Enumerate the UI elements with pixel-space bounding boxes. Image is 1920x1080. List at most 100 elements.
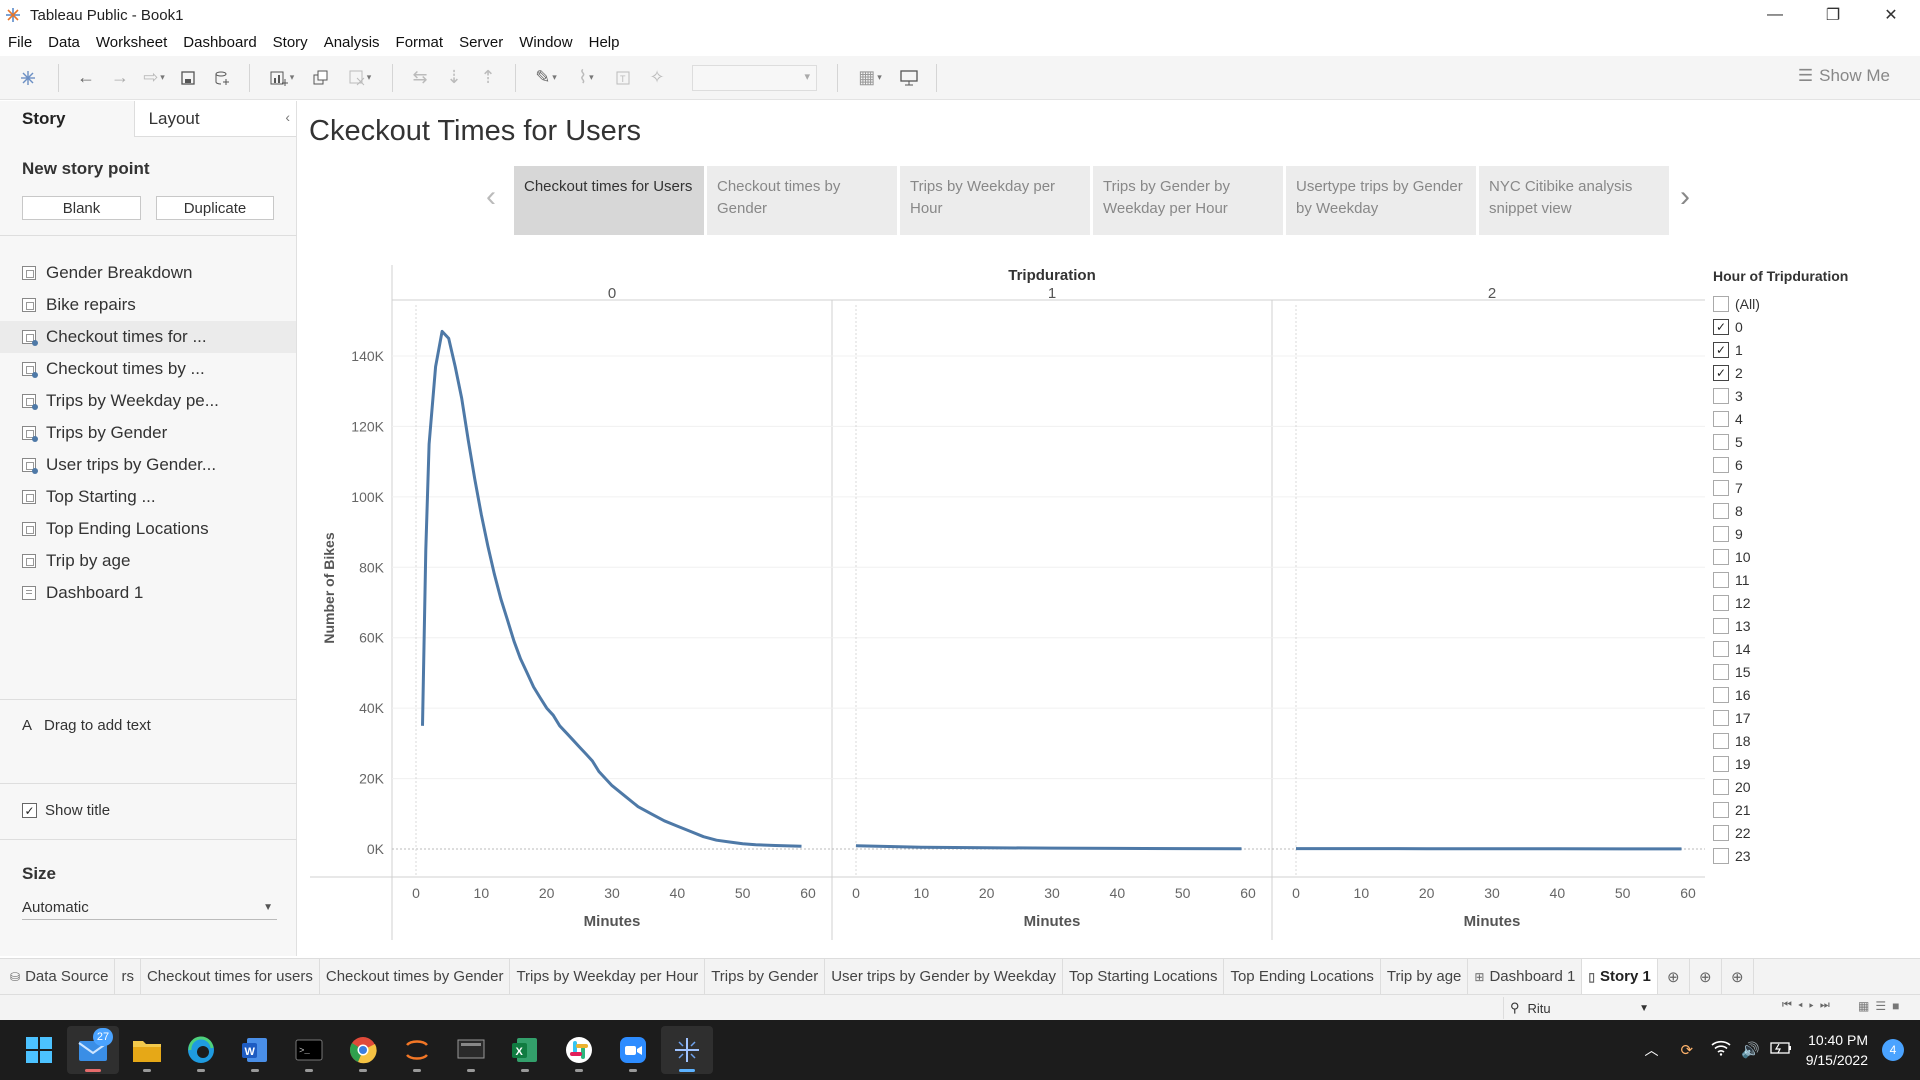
- new-worksheet-icon[interactable]: ▾: [260, 63, 304, 93]
- sort-descending-icon[interactable]: ⇡: [471, 63, 505, 93]
- sheet-list-item[interactable]: Top Ending Locations: [0, 513, 296, 545]
- chevron-up-icon[interactable]: ︿: [1644, 1040, 1658, 1060]
- story-point-caption[interactable]: Trips by Gender by Weekday per Hour: [1093, 166, 1283, 235]
- sheet-tab[interactable]: Top Ending Locations: [1224, 958, 1381, 995]
- view-mode-icons[interactable]: ▦☰■: [1858, 999, 1905, 1013]
- vm-console-icon[interactable]: [445, 1026, 497, 1074]
- replay-icon[interactable]: ⇨ ▾: [137, 63, 171, 93]
- sheet-list-item[interactable]: Checkout times by ...: [0, 353, 296, 385]
- battery-icon[interactable]: [1770, 1041, 1792, 1059]
- drag-text-item[interactable]: A Drag to add text: [22, 717, 151, 734]
- menu-window[interactable]: Window: [511, 34, 580, 51]
- highlight-icon[interactable]: ✎ ▾: [526, 63, 566, 93]
- filter-item[interactable]: 21: [1713, 798, 1903, 821]
- menu-server[interactable]: Server: [451, 34, 511, 51]
- filter-item[interactable]: (All): [1713, 292, 1903, 315]
- next-story-point-icon[interactable]: ›: [1680, 180, 1690, 214]
- wifi-icon[interactable]: [1711, 1040, 1731, 1060]
- file-explorer-icon[interactable]: [121, 1026, 173, 1074]
- tab-story[interactable]: Story: [0, 101, 135, 137]
- previous-story-point-icon[interactable]: ‹: [486, 180, 496, 214]
- sheet-tab[interactable]: Trips by Gender: [705, 958, 826, 995]
- sheet-tab[interactable]: Checkout times for users: [141, 958, 320, 995]
- chrome-browser-icon[interactable]: [337, 1026, 389, 1074]
- filter-item[interactable]: ✓ 0: [1713, 315, 1903, 338]
- story-point-caption[interactable]: Checkout times by Gender: [707, 166, 897, 235]
- jupyter-icon[interactable]: [391, 1026, 443, 1074]
- sheet-tab[interactable]: ⊞ Dashboard 1: [1468, 958, 1583, 995]
- sheet-list-item[interactable]: Bike repairs: [0, 289, 296, 321]
- menu-file[interactable]: File: [0, 34, 40, 51]
- filter-item[interactable]: 16: [1713, 683, 1903, 706]
- filter-item[interactable]: 12: [1713, 591, 1903, 614]
- duplicate-button[interactable]: Duplicate: [156, 196, 274, 220]
- menu-data[interactable]: Data: [40, 34, 88, 51]
- terminal-icon[interactable]: >_: [283, 1026, 335, 1074]
- group-members-icon[interactable]: ⌇ ▾: [566, 63, 606, 93]
- sheet-list-item[interactable]: Trips by Gender: [0, 417, 296, 449]
- menu-worksheet[interactable]: Worksheet: [88, 34, 175, 51]
- sheet-tab[interactable]: Top Starting Locations: [1063, 958, 1225, 995]
- story-point-caption[interactable]: Trips by Weekday per Hour: [900, 166, 1090, 235]
- sheet-list-item[interactable]: Trip by age: [0, 545, 296, 577]
- menu-story[interactable]: Story: [265, 34, 316, 51]
- story-point-caption[interactable]: NYC Citibike analysis snippet view: [1479, 166, 1669, 235]
- sync-icon[interactable]: ⟳: [1680, 1041, 1693, 1059]
- clear-sheet-icon[interactable]: ▾: [338, 63, 382, 93]
- filter-item[interactable]: 11: [1713, 568, 1903, 591]
- filter-item[interactable]: 14: [1713, 637, 1903, 660]
- sheet-tab[interactable]: Trips by Weekday per Hour: [510, 958, 706, 995]
- sheet-tab[interactable]: ⛁ Data Source: [0, 958, 116, 995]
- user-dropdown[interactable]: ⚲ Ritu ▼: [1503, 997, 1655, 1019]
- filter-item[interactable]: 13: [1713, 614, 1903, 637]
- filter-item[interactable]: 7: [1713, 476, 1903, 499]
- show-cards-icon[interactable]: ▦ ▾: [848, 63, 892, 93]
- filter-item[interactable]: ✓ 2: [1713, 361, 1903, 384]
- filter-item[interactable]: 6: [1713, 453, 1903, 476]
- sheet-tab[interactable]: Checkout times by Gender: [320, 958, 511, 995]
- sort-ascending-icon[interactable]: ⇣: [437, 63, 471, 93]
- minimize-button[interactable]: —: [1746, 0, 1804, 30]
- presentation-mode-icon[interactable]: [892, 63, 926, 93]
- filter-item[interactable]: 8: [1713, 499, 1903, 522]
- sheet-tab[interactable]: User trips by Gender by Weekday: [825, 958, 1064, 995]
- slack-app-icon[interactable]: [553, 1026, 605, 1074]
- filter-item[interactable]: 3: [1713, 384, 1903, 407]
- save-icon[interactable]: [171, 63, 205, 93]
- notification-badge[interactable]: 4: [1882, 1039, 1904, 1061]
- size-select[interactable]: Automatic ▼: [22, 896, 277, 920]
- sheet-list-item[interactable]: Checkout times for ...: [0, 321, 296, 353]
- new-worksheet-icon[interactable]: ⊕: [1658, 958, 1690, 995]
- duplicate-sheet-icon[interactable]: [304, 63, 338, 93]
- filter-item[interactable]: 18: [1713, 729, 1903, 752]
- filter-item[interactable]: 5: [1713, 430, 1903, 453]
- filter-item[interactable]: ✓ 1: [1713, 338, 1903, 361]
- redo-icon[interactable]: →: [103, 63, 137, 93]
- excel-app-icon[interactable]: X: [499, 1026, 551, 1074]
- word-app-icon[interactable]: W: [229, 1026, 281, 1074]
- volume-icon[interactable]: 🔊: [1741, 1041, 1760, 1059]
- new-story-icon[interactable]: ⊕: [1722, 958, 1754, 995]
- menu-analysis[interactable]: Analysis: [316, 34, 388, 51]
- tableau-home-icon[interactable]: [8, 63, 48, 93]
- fix-axes-icon[interactable]: ✧: [640, 63, 674, 93]
- filter-item[interactable]: 22: [1713, 821, 1903, 844]
- story-point-caption[interactable]: Usertype trips by Gender by Weekday: [1286, 166, 1476, 235]
- clock[interactable]: 10:40 PM 9/15/2022: [1806, 1030, 1868, 1070]
- sheet-list-item[interactable]: Gender Breakdown: [0, 257, 296, 289]
- undo-icon[interactable]: ←: [69, 63, 103, 93]
- show-me-button[interactable]: ☰ Show Me: [1798, 66, 1890, 86]
- swap-rows-columns-icon[interactable]: ⇆: [403, 63, 437, 93]
- filter-item[interactable]: 20: [1713, 775, 1903, 798]
- menu-dashboard[interactable]: Dashboard: [175, 34, 264, 51]
- menu-help[interactable]: Help: [581, 34, 628, 51]
- zoom-app-icon[interactable]: [607, 1026, 659, 1074]
- story-point-caption[interactable]: Checkout times for Users: [514, 166, 704, 235]
- show-title-checkbox[interactable]: ✓ Show title: [22, 802, 110, 819]
- tab-layout[interactable]: Layout ‹: [134, 101, 296, 137]
- filter-item[interactable]: 10: [1713, 545, 1903, 568]
- sheet-tab[interactable]: ▯ Story 1: [1582, 958, 1658, 995]
- filter-item[interactable]: 4: [1713, 407, 1903, 430]
- filter-item[interactable]: 15: [1713, 660, 1903, 683]
- windows-start-icon[interactable]: [13, 1026, 65, 1074]
